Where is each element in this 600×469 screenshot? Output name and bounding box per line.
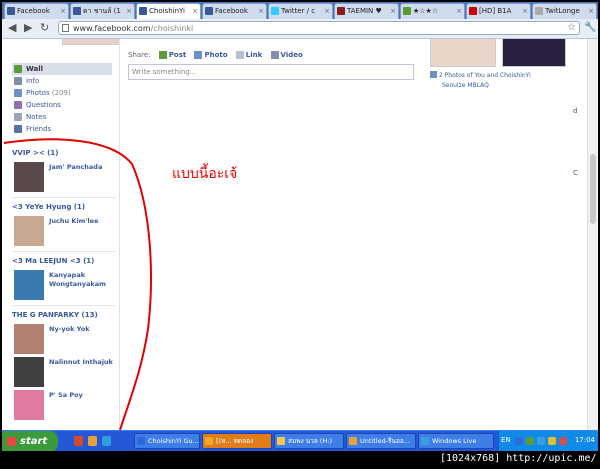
browser-tab[interactable]: [HD] B1A ×	[466, 3, 531, 19]
task-app-icon	[137, 437, 145, 445]
tab-close-icon[interactable]: ×	[324, 4, 330, 19]
tab-favicon-icon	[73, 7, 81, 15]
browser-tab[interactable]: ดา ชานล์ (1 ×	[70, 3, 135, 19]
windows-taskbar: start ChoishinYi Gu... [(ห... ทดลอง สมพง น…	[2, 430, 598, 451]
clock: 17:04	[574, 436, 595, 444]
address-bar[interactable]: www.facebook.com/choishinki ☆	[58, 21, 580, 35]
tab-label: ChoishinYi	[149, 7, 185, 15]
taskbar-task[interactable]: Windows Live	[418, 433, 494, 449]
tab-close-icon[interactable]: ×	[126, 4, 132, 19]
task-label: Untitled-รีนออ...	[360, 437, 410, 445]
taskbar-task[interactable]: [(ห... ทดลอง	[202, 433, 272, 449]
tab-favicon-icon	[469, 7, 477, 15]
wrench-icon[interactable]: 🔧	[584, 22, 596, 33]
task-label: ChoishinYi Gu...	[148, 437, 199, 445]
start-button[interactable]: start	[2, 431, 58, 451]
tab-close-icon[interactable]: ×	[60, 4, 66, 19]
browser-tab[interactable]: ★☆★☆ ×	[400, 3, 465, 19]
tab-close-icon[interactable]: ×	[258, 4, 264, 19]
tab-close-icon[interactable]: ×	[456, 4, 462, 19]
tab-label: TwitLonge	[545, 7, 580, 15]
tab-label: ดา ชานล์ (1	[83, 7, 121, 15]
tray-network-icon[interactable]	[526, 437, 534, 445]
url-text: www.facebook.com/choishinki	[73, 24, 194, 33]
tab-close-icon[interactable]: ×	[588, 4, 594, 19]
browser-tab[interactable]: Facebook ×	[202, 3, 267, 19]
tray-help-icon[interactable]	[515, 437, 523, 445]
quicklaunch-media-icon[interactable]	[88, 436, 97, 446]
browser-toolbar: ◀ ▶ ↻ www.facebook.com/choishinki ☆ 🔧	[2, 19, 598, 39]
task-label: Windows Live	[432, 437, 477, 445]
quicklaunch-ie-icon[interactable]	[102, 436, 111, 446]
red-annotation-curve	[3, 138, 152, 430]
system-tray: EN 17:04	[498, 431, 598, 451]
taskbar-task[interactable]: ChoishinYi Gu...	[134, 433, 200, 449]
forward-arrow-icon[interactable]: ▶	[24, 21, 32, 35]
tab-label: Facebook	[17, 7, 50, 15]
task-app-icon	[277, 437, 285, 445]
tab-favicon-icon	[205, 7, 213, 15]
tab-close-icon[interactable]: ×	[522, 4, 528, 19]
browser-tab[interactable]: Twitter / c ×	[268, 3, 333, 19]
tab-label: ★☆★☆	[413, 7, 439, 15]
tab-favicon-icon	[535, 7, 543, 15]
tab-label: [HD] B1A	[479, 7, 512, 15]
facebook-page: Wall Info Photos (209) Questions Notes Friend…	[2, 39, 598, 430]
taskbar-task[interactable]: สมพง นวล (H:)	[274, 433, 344, 449]
tab-label: Facebook	[215, 7, 248, 15]
browser-tab[interactable]: TAEMIN ♥ ×	[334, 3, 399, 19]
tab-label: TAEMIN ♥	[347, 7, 382, 15]
browser-tab[interactable]: TwitLonge ×	[532, 3, 597, 19]
page-icon	[62, 24, 69, 32]
tray-messenger-icon[interactable]	[537, 437, 545, 445]
tab-favicon-icon	[271, 7, 279, 15]
screenshot-frame: Facebook × ดา ชานล์ (1 × ChoishinYi × Facebook…	[2, 2, 598, 451]
task-app-icon	[421, 437, 429, 445]
tab-favicon-icon	[139, 7, 147, 15]
language-indicator[interactable]: EN	[501, 436, 511, 444]
windows-flag-icon	[7, 437, 16, 446]
bookmark-star-icon[interactable]: ☆	[567, 22, 576, 34]
tab-favicon-icon	[7, 7, 15, 15]
tab-close-icon[interactable]: ×	[390, 4, 396, 19]
browser-tab[interactable]: Facebook ×	[4, 3, 69, 19]
task-label: [(ห... ทดลอง	[216, 437, 254, 445]
taskbar-task[interactable]: Untitled-รีนออ...	[346, 433, 416, 449]
reload-icon[interactable]: ↻	[40, 21, 49, 35]
tray-security-icon[interactable]	[548, 437, 556, 445]
scrollbar-thumb[interactable]	[590, 154, 596, 224]
upic-watermark: [1024x768] http://upic.me/	[440, 453, 597, 464]
browser-tab-strip: Facebook × ดา ชานล์ (1 × ChoishinYi × Facebook…	[2, 2, 598, 19]
page-scrollbar[interactable]	[587, 39, 598, 430]
tab-favicon-icon	[337, 7, 345, 15]
task-app-icon	[205, 437, 213, 445]
tray-antivirus-icon[interactable]	[559, 437, 567, 445]
task-app-icon	[349, 437, 357, 445]
tab-close-icon[interactable]: ×	[192, 4, 198, 19]
tab-label: Twitter / c	[281, 7, 316, 15]
tab-favicon-icon	[403, 7, 411, 15]
quicklaunch-browser-icon[interactable]	[74, 436, 83, 446]
browser-tab[interactable]: ChoishinYi ×	[136, 3, 201, 19]
task-label: สมพง นวล (H:)	[288, 437, 333, 445]
back-arrow-icon[interactable]: ◀	[8, 21, 16, 35]
